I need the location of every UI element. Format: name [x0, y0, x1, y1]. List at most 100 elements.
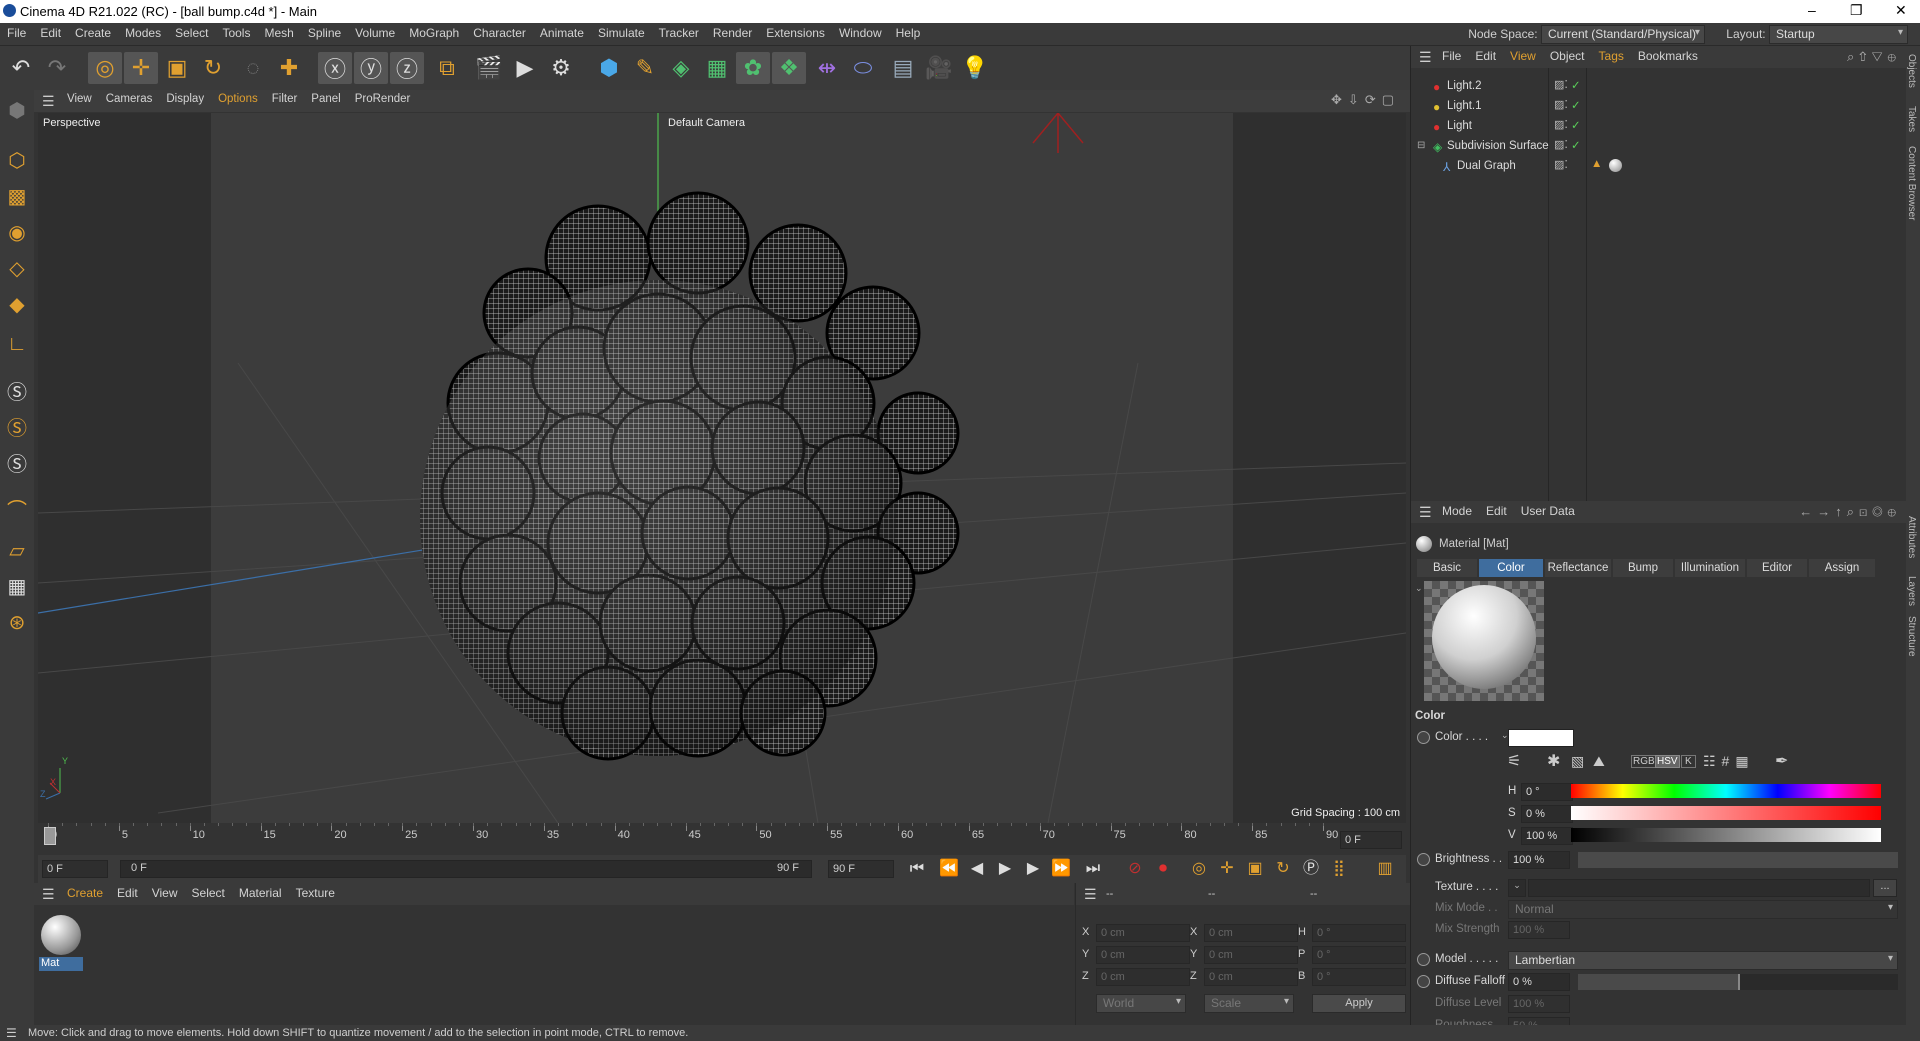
- camera-icon[interactable]: 🎥: [922, 52, 956, 84]
- menu-mesh[interactable]: Mesh: [257, 23, 300, 45]
- menu-mograph[interactable]: MoGraph: [402, 23, 466, 45]
- diffuse-falloff-field[interactable]: 0 %: [1508, 973, 1570, 991]
- obj-menu-object[interactable]: Object: [1543, 46, 1592, 68]
- animate-radio-model[interactable]: [1417, 953, 1430, 966]
- viewport-menu-display[interactable]: Display: [159, 90, 211, 112]
- mix-mode-dropdown[interactable]: Normal: [1508, 900, 1898, 919]
- menu-tracker[interactable]: Tracker: [652, 23, 706, 45]
- tab-structure-vertical[interactable]: Structure: [1906, 616, 1917, 657]
- menu-create[interactable]: Create: [68, 23, 118, 45]
- animate-radio-diffuse-falloff[interactable]: [1417, 975, 1430, 988]
- apply-button[interactable]: Apply: [1312, 994, 1406, 1013]
- position-z-field[interactable]: 0 cm: [1096, 968, 1190, 986]
- play-icon[interactable]: ▶: [994, 859, 1016, 879]
- mograph-cloner-icon[interactable]: ✿: [736, 52, 770, 84]
- tab-attributes-vertical[interactable]: Attributes: [1906, 516, 1917, 558]
- move-icon[interactable]: ✛: [124, 52, 158, 84]
- tab-color[interactable]: Color: [1479, 559, 1543, 577]
- keyframe-selection-icon[interactable]: ◎: [1188, 859, 1210, 879]
- hue-field[interactable]: 0 °: [1521, 783, 1573, 801]
- menu-character[interactable]: Character: [466, 23, 533, 45]
- key-parameter-icon[interactable]: Ⓟ: [1300, 859, 1322, 879]
- swatch-mode-icons[interactable]: ☷#▦: [1703, 753, 1755, 770]
- preview-range-slider[interactable]: 0 F 90 F: [120, 860, 812, 878]
- point-mode-icon[interactable]: ◉: [3, 218, 31, 246]
- tab-editor[interactable]: Editor: [1747, 559, 1807, 577]
- add-tool-icon[interactable]: ✚: [272, 52, 306, 84]
- minimize-button[interactable]: –: [1808, 2, 1816, 18]
- mat-menu-view[interactable]: View: [145, 883, 185, 905]
- obj-menu-tags[interactable]: Tags: [1592, 46, 1631, 68]
- mix-strength-field[interactable]: 100 %: [1508, 921, 1570, 939]
- image-picker-icon[interactable]: ⛰: [1593, 753, 1605, 770]
- attr-nav-icons[interactable]: ←→↑⌕⊡◎⊕: [1799, 504, 1901, 520]
- snap-quantize-icon[interactable]: Ⓢ: [3, 448, 31, 476]
- tab-assign[interactable]: Assign: [1809, 559, 1875, 577]
- subdivision-icon[interactable]: ◈: [664, 52, 698, 84]
- brightness-field[interactable]: 100 %: [1508, 851, 1570, 869]
- coordinate-system-icon[interactable]: ⧉: [430, 52, 464, 84]
- pen-icon[interactable]: ✎: [628, 52, 662, 84]
- start-frame-field[interactable]: 0 F: [42, 860, 108, 878]
- hamburger-icon[interactable]: ☰: [42, 886, 55, 903]
- y-axis-icon[interactable]: ⓨ: [354, 52, 388, 84]
- coord-system-dropdown[interactable]: World: [1096, 994, 1186, 1013]
- saturation-field[interactable]: 0 %: [1521, 805, 1573, 823]
- redo-icon[interactable]: ↷: [40, 52, 74, 84]
- maximize-button[interactable]: ❐: [1850, 2, 1863, 19]
- menu-tools[interactable]: Tools: [215, 23, 257, 45]
- size-mode-dropdown[interactable]: Scale: [1204, 994, 1294, 1013]
- material-swatch-mat[interactable]: Mat: [39, 913, 83, 971]
- collapse-icon[interactable]: ⊟: [1417, 140, 1425, 151]
- goto-end-icon[interactable]: ⏭: [1082, 859, 1104, 879]
- position-y-field[interactable]: 0 cm: [1096, 946, 1190, 964]
- hamburger-icon[interactable]: ☰: [1419, 504, 1432, 521]
- color-wheel-icon[interactable]: ✱: [1547, 751, 1560, 771]
- collapse-arrow-icon[interactable]: ⌄: [1415, 583, 1423, 594]
- z-axis-icon[interactable]: ⓩ: [390, 52, 424, 84]
- snap-settings-icon[interactable]: Ⓢ: [3, 412, 31, 440]
- diffuse-level-field[interactable]: 100 %: [1508, 995, 1570, 1013]
- floor-icon[interactable]: ▤: [886, 52, 920, 84]
- menu-extensions[interactable]: Extensions: [759, 23, 832, 45]
- rotate-icon[interactable]: ↻: [196, 52, 230, 84]
- size-z-field[interactable]: 0 cm: [1204, 968, 1298, 986]
- material-preview[interactable]: [1424, 581, 1544, 701]
- timeline-ruler[interactable]: 051015202530354045505560657075808590 0 F: [38, 823, 1406, 855]
- viewport-menu-view[interactable]: View: [60, 90, 99, 112]
- viewport-nav-icons[interactable]: ✥⇩⟳▢: [1331, 92, 1400, 108]
- end-frame-field[interactable]: 90 F: [828, 860, 894, 878]
- object-row-light-1[interactable]: ● Light.1 ▨⁚ ✓: [1411, 98, 1907, 118]
- value-field[interactable]: 100 %: [1521, 827, 1573, 845]
- material-tag-icon[interactable]: [1609, 159, 1622, 172]
- menu-render[interactable]: Render: [706, 23, 759, 45]
- rotation-h-field[interactable]: 0 °: [1312, 924, 1406, 942]
- attr-menu-edit[interactable]: Edit: [1479, 501, 1514, 523]
- menu-edit[interactable]: Edit: [33, 23, 68, 45]
- live-selection-icon[interactable]: ◎: [88, 52, 122, 84]
- object-row-light[interactable]: ● Light ▨⁚ ✓: [1411, 118, 1907, 138]
- hamburger-icon[interactable]: ☰: [1419, 49, 1432, 66]
- saturation-slider[interactable]: [1571, 806, 1881, 820]
- key-scale-icon[interactable]: ▣: [1244, 859, 1266, 879]
- hue-slider[interactable]: [1571, 784, 1881, 798]
- mat-menu-material[interactable]: Material: [232, 883, 289, 905]
- snap-icon[interactable]: Ⓢ: [3, 376, 31, 404]
- phong-tag-icon[interactable]: ▲: [1591, 158, 1602, 170]
- next-key-icon[interactable]: ⏩: [1050, 859, 1072, 879]
- enabled-check-icon[interactable]: ✓: [1571, 98, 1581, 112]
- object-row-dual-graph[interactable]: ⅄ Dual Graph ▨⁚ ▲: [1411, 158, 1907, 178]
- mat-menu-select[interactable]: Select: [185, 883, 232, 905]
- menu-spline[interactable]: Spline: [301, 23, 348, 45]
- tab-illumination[interactable]: Illumination: [1675, 559, 1745, 577]
- brightness-slider[interactable]: [1578, 852, 1898, 868]
- rotation-b-field[interactable]: 0 °: [1312, 968, 1406, 986]
- viewport-menu-filter[interactable]: Filter: [265, 90, 305, 112]
- menu-modes[interactable]: Modes: [118, 23, 168, 45]
- tab-reflectance[interactable]: Reflectance: [1545, 559, 1611, 577]
- hamburger-icon[interactable]: ☰: [42, 93, 55, 110]
- object-row-light-2[interactable]: ● Light.2 ▨⁚ ✓: [1411, 78, 1907, 98]
- scale-icon[interactable]: ▣: [160, 52, 194, 84]
- mat-menu-create[interactable]: Create: [60, 883, 110, 905]
- enabled-check-icon[interactable]: ✓: [1571, 118, 1581, 132]
